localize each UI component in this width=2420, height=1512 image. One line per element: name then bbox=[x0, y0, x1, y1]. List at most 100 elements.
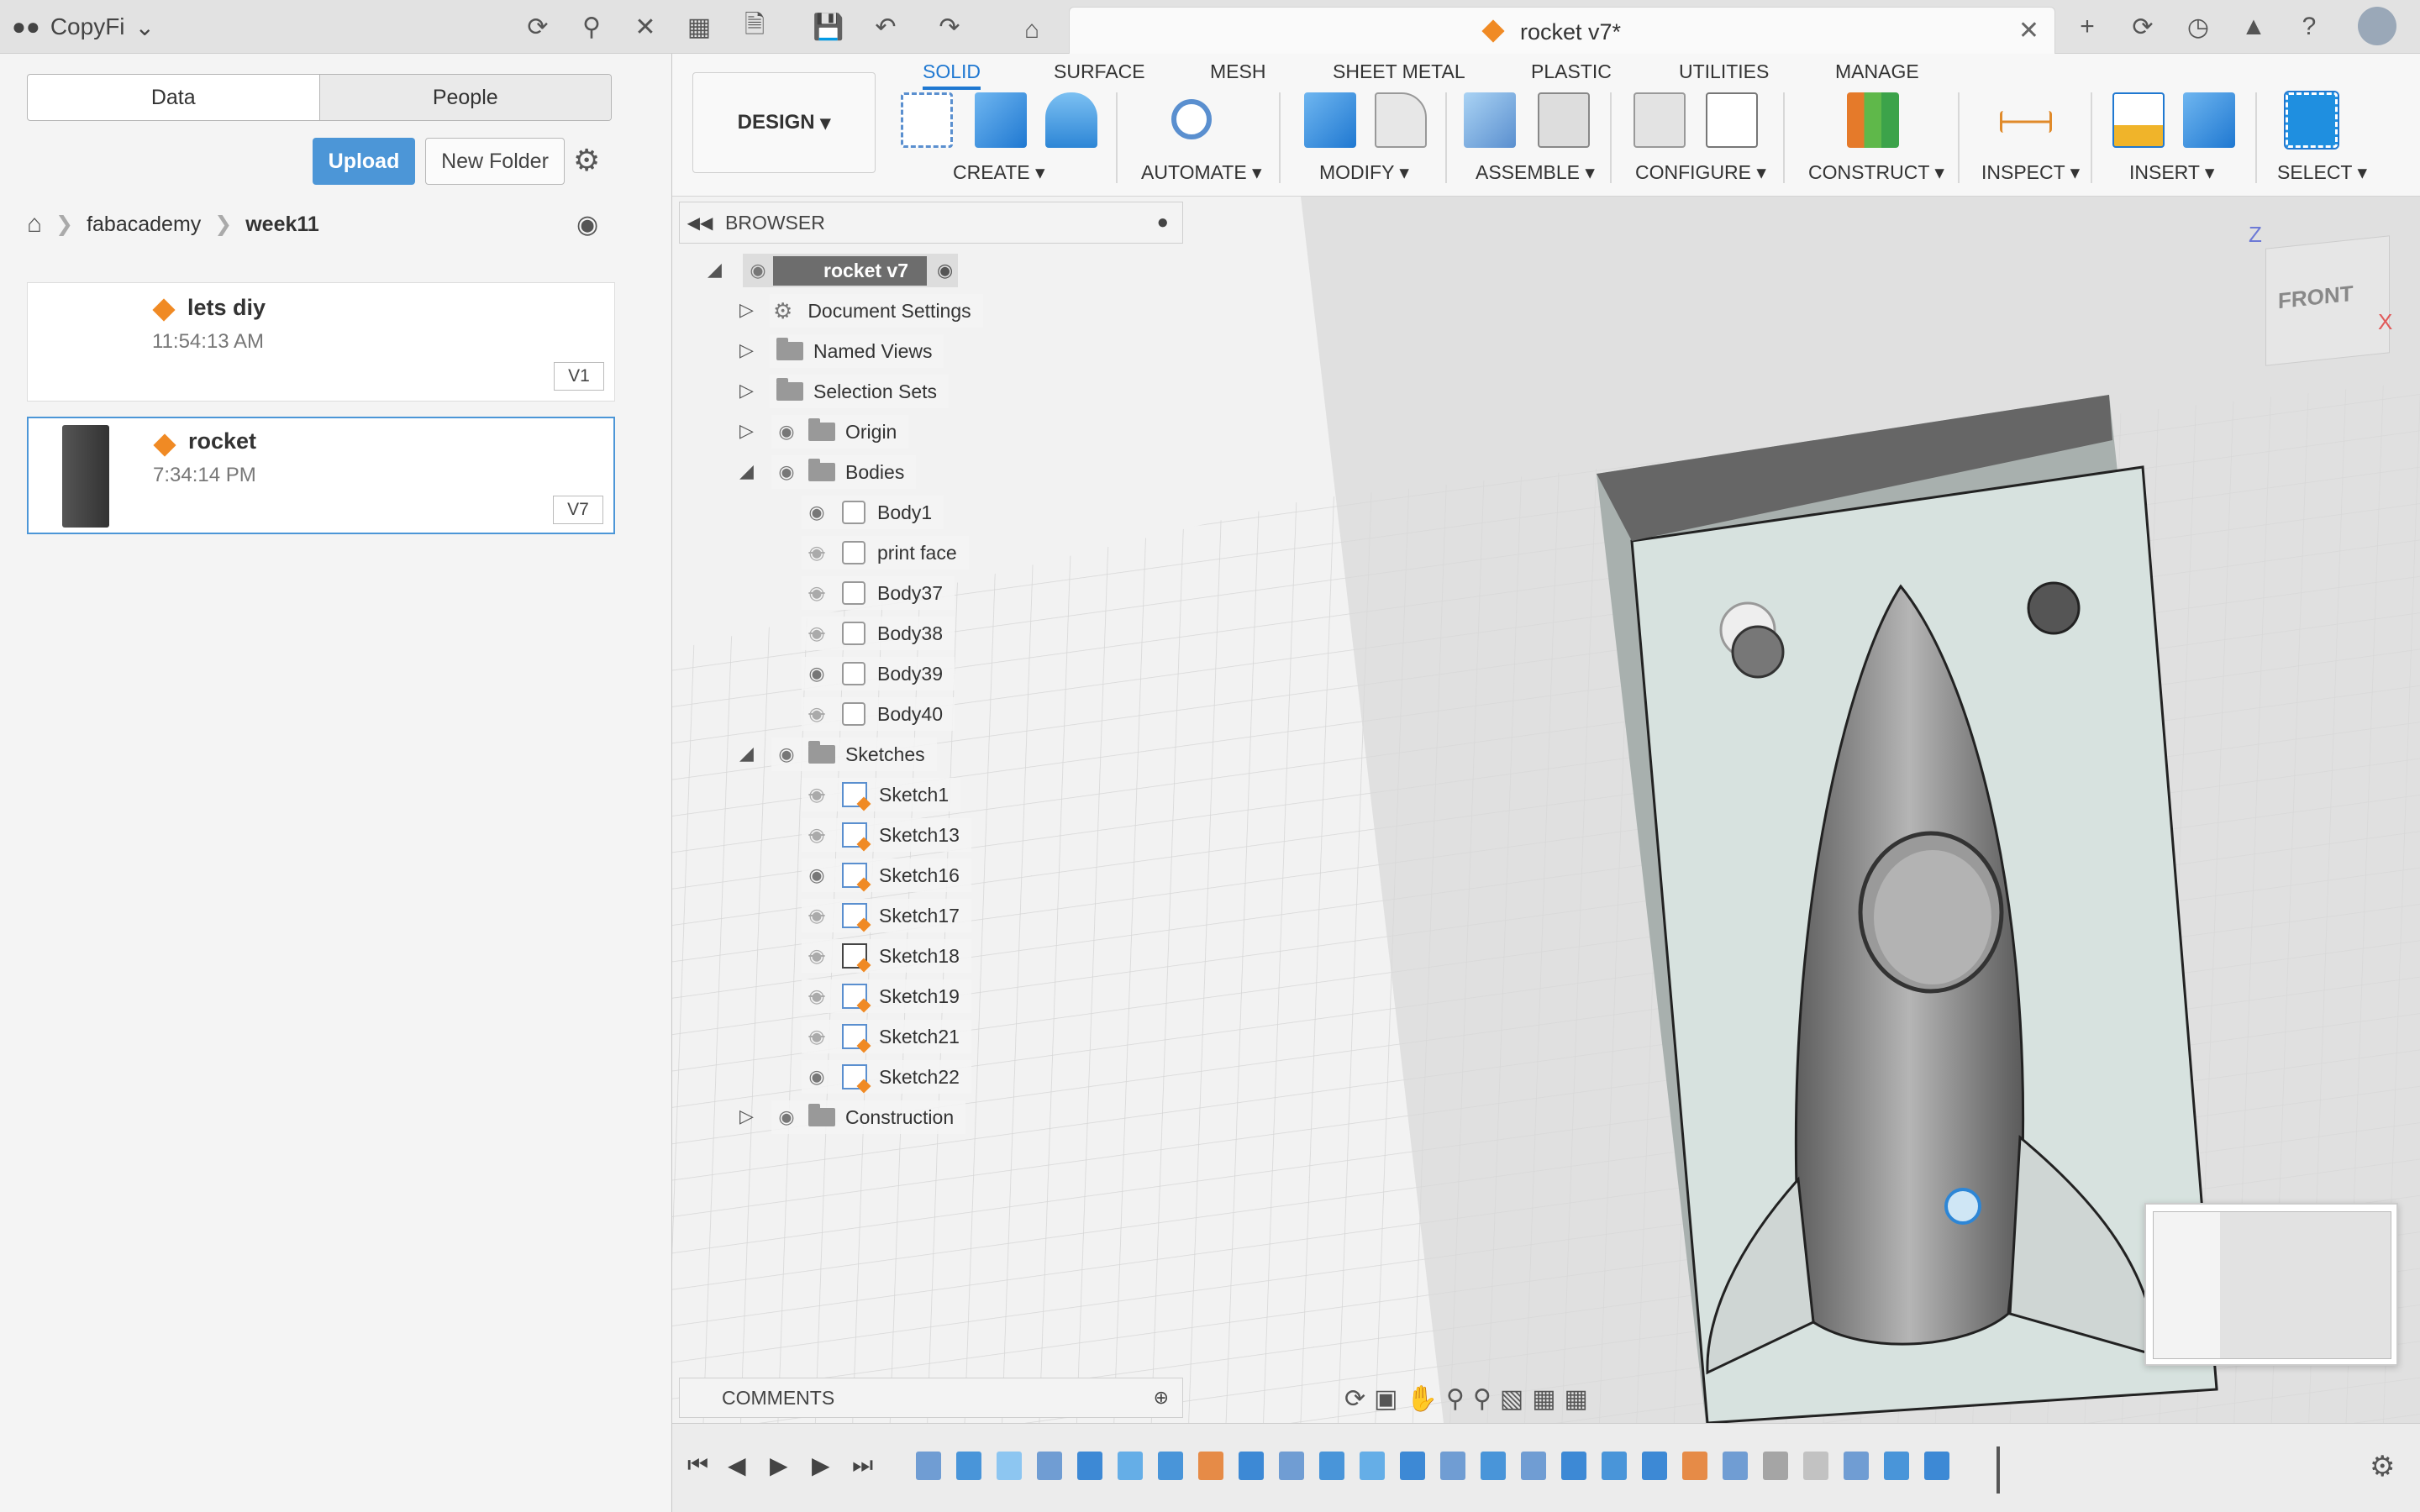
eye-hidden-icon[interactable]: ◉ bbox=[802, 905, 832, 927]
timeline-feature-icon[interactable] bbox=[1279, 1452, 1304, 1480]
data-tab[interactable]: Data bbox=[28, 75, 319, 120]
eye-hidden-icon[interactable]: ◉ bbox=[802, 542, 832, 564]
workspace-dropdown[interactable]: DESIGN ▾ bbox=[692, 72, 876, 173]
timeline-feature-icon[interactable] bbox=[1319, 1452, 1344, 1480]
tree-item[interactable]: ◉ Bodies bbox=[771, 455, 917, 489]
timeline-feature-icon[interactable] bbox=[1198, 1452, 1223, 1480]
breadcrumb-item[interactable]: fabacademy bbox=[87, 213, 201, 237]
timeline-feature-icon[interactable] bbox=[1440, 1452, 1465, 1480]
timeline-feature-icon[interactable] bbox=[1400, 1452, 1425, 1480]
view-cube[interactable]: FRONT bbox=[2265, 235, 2390, 366]
people-tab[interactable]: People bbox=[318, 75, 611, 120]
timeline-feature-icon[interactable] bbox=[1884, 1452, 1909, 1480]
version-badge[interactable]: V7 bbox=[553, 496, 603, 524]
eye-icon[interactable]: ◉ bbox=[802, 663, 832, 685]
eye-icon[interactable]: ◉ bbox=[771, 1106, 802, 1128]
timeline-feature-icon[interactable] bbox=[1602, 1452, 1627, 1480]
eye-hidden-icon[interactable]: ◉ bbox=[802, 622, 832, 644]
eye-icon[interactable]: ◉ bbox=[802, 1066, 832, 1088]
home-icon[interactable]: ⌂ bbox=[27, 210, 42, 239]
globe-icon[interactable]: ◉ bbox=[576, 210, 598, 239]
eye-hidden-icon[interactable]: ◉ bbox=[802, 582, 832, 604]
expand-icon[interactable]: ◢ bbox=[708, 259, 722, 281]
upload-button[interactable]: Upload bbox=[313, 138, 415, 185]
timeline-feature-icon[interactable] bbox=[1521, 1452, 1546, 1480]
file-menu-icon[interactable]: 🗎 bbox=[739, 11, 770, 42]
expand-icon[interactable]: ◢ bbox=[739, 460, 754, 482]
expand-icon[interactable]: ▷ bbox=[739, 420, 754, 442]
gear-icon[interactable]: ⚙ bbox=[2370, 1450, 2395, 1483]
tree-item[interactable]: ◉ Origin bbox=[771, 415, 909, 449]
save-icon[interactable]: 💾 bbox=[813, 12, 844, 42]
version-badge[interactable]: V1 bbox=[554, 362, 604, 391]
job-status-icon[interactable]: ◷ bbox=[2183, 12, 2213, 42]
eye-icon[interactable]: ◉ bbox=[802, 501, 832, 523]
timeline-feature-icon[interactable] bbox=[1481, 1452, 1506, 1480]
refresh-icon[interactable]: ⟳ bbox=[523, 12, 553, 42]
help-icon[interactable]: ? bbox=[2294, 12, 2324, 42]
notifications-icon[interactable]: ▲ bbox=[2238, 12, 2269, 42]
team-selector[interactable]: ●● CopyFi ⌄ bbox=[12, 10, 155, 44]
eye-icon[interactable]: ◉ bbox=[771, 743, 802, 765]
step-forward-icon[interactable]: ▶ bbox=[812, 1452, 830, 1479]
eye-icon[interactable]: ◉ bbox=[771, 421, 802, 443]
eye-icon[interactable]: ◉ bbox=[802, 864, 832, 886]
eye-hidden-icon[interactable]: ◉ bbox=[802, 824, 832, 846]
file-card[interactable]: lets diy 11:54:13 AM V1 bbox=[27, 282, 615, 402]
eye-icon[interactable]: ◉ bbox=[743, 260, 773, 281]
tree-item[interactable]: ◉ Sketches bbox=[771, 738, 937, 771]
timeline-feature-icon[interactable] bbox=[1844, 1452, 1869, 1480]
timeline-feature-icon[interactable] bbox=[997, 1452, 1022, 1480]
select-menu[interactable]: SELECT ▾ bbox=[2277, 161, 2367, 184]
timeline-feature-icon[interactable] bbox=[1642, 1452, 1667, 1480]
expand-icon[interactable]: ▷ bbox=[739, 1105, 754, 1127]
search-icon[interactable]: ⚲ bbox=[576, 12, 607, 42]
timeline-feature-icon[interactable] bbox=[1803, 1452, 1828, 1480]
eye-hidden-icon[interactable]: ◉ bbox=[802, 703, 832, 725]
timeline-feature-icon[interactable] bbox=[1239, 1452, 1264, 1480]
view-thumbnail[interactable] bbox=[2144, 1203, 2398, 1366]
timeline-feature-icon[interactable] bbox=[916, 1452, 941, 1480]
apps-grid-icon[interactable]: ▦ bbox=[684, 12, 714, 42]
expand-icon[interactable]: ▷ bbox=[739, 339, 754, 361]
expand-icon[interactable]: ◢ bbox=[739, 743, 754, 764]
timeline-feature-icon[interactable] bbox=[956, 1452, 981, 1480]
collapse-icon[interactable]: ◀◀ bbox=[680, 213, 720, 234]
step-back-icon[interactable]: ◀ bbox=[728, 1452, 746, 1479]
expand-icon[interactable]: ▷ bbox=[739, 299, 754, 321]
new-folder-button[interactable]: New Folder bbox=[425, 138, 565, 185]
timeline-feature-icon[interactable] bbox=[1077, 1452, 1102, 1480]
eye-hidden-icon[interactable]: ◉ bbox=[802, 1026, 832, 1047]
eye-hidden-icon[interactable]: ◉ bbox=[802, 784, 832, 806]
skip-to-end-icon[interactable]: ⏭ bbox=[852, 1452, 873, 1479]
timeline-marker[interactable] bbox=[1996, 1446, 2000, 1494]
new-tab-icon[interactable]: + bbox=[2072, 12, 2102, 42]
select-icon[interactable] bbox=[2284, 91, 2339, 150]
skip-to-start-icon[interactable]: ⏮ bbox=[687, 1452, 708, 1479]
timeline-feature-icon[interactable] bbox=[1561, 1452, 1586, 1480]
gear-icon[interactable]: ⚙ bbox=[573, 143, 600, 178]
timeline-feature-icon[interactable] bbox=[1723, 1452, 1748, 1480]
insert-component-icon[interactable] bbox=[2183, 92, 2235, 148]
expand-icon[interactable]: ▷ bbox=[739, 380, 754, 402]
eye-hidden-icon[interactable]: ◉ bbox=[802, 985, 832, 1007]
undo-icon[interactable]: ↶ bbox=[871, 12, 901, 42]
extensions-icon[interactable]: ⟳ bbox=[2128, 12, 2158, 42]
timeline-feature-icon[interactable] bbox=[1360, 1452, 1385, 1480]
breadcrumb-item[interactable]: week11 bbox=[245, 213, 319, 237]
play-icon[interactable]: ▶ bbox=[770, 1452, 788, 1479]
user-avatar[interactable] bbox=[2358, 7, 2396, 45]
insert-menu[interactable]: INSERT ▾ bbox=[2129, 161, 2214, 184]
timeline-feature-icon[interactable] bbox=[1763, 1452, 1788, 1480]
close-icon[interactable]: ✕ bbox=[630, 12, 660, 42]
timeline-feature-icon[interactable] bbox=[1924, 1452, 1949, 1480]
insert-svg-icon[interactable] bbox=[2112, 92, 2165, 148]
timeline-feature-icon[interactable] bbox=[1682, 1452, 1707, 1480]
timeline-feature-icon[interactable] bbox=[1158, 1452, 1183, 1480]
timeline-feature-icon[interactable] bbox=[1037, 1452, 1062, 1480]
file-card[interactable]: rocket 7:34:14 PM V7 bbox=[27, 417, 615, 534]
eye-hidden-icon[interactable]: ◉ bbox=[802, 945, 832, 967]
close-tab-icon[interactable]: ✕ bbox=[2018, 16, 2039, 45]
eye-icon[interactable]: ◉ bbox=[771, 461, 802, 483]
timeline-feature-icon[interactable] bbox=[1118, 1452, 1143, 1480]
